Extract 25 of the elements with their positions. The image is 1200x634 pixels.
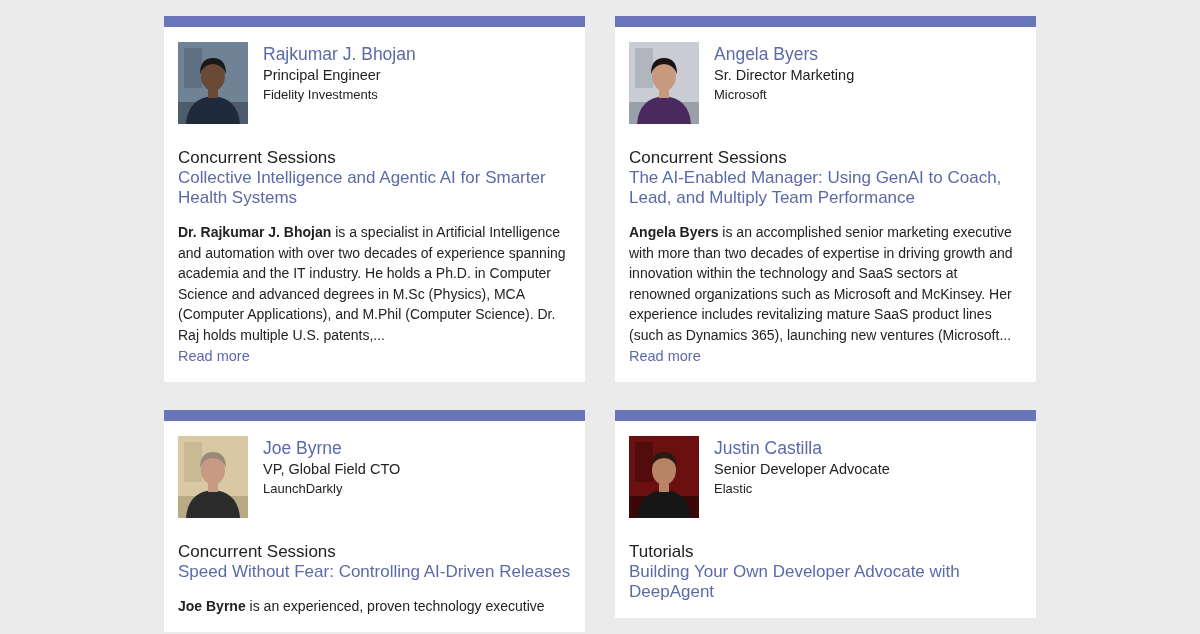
speaker-name-link[interactable]: Rajkumar J. Bhojan: [263, 43, 416, 65]
speaker-company: Fidelity Investments: [263, 86, 378, 104]
session-title-link[interactable]: Speed Without Fear: Controlling AI-Driven Releases: [178, 561, 571, 582]
speaker-bio: Dr. Rajkumar J. Bhojan is a specialist in Artificial Intelligence and automation with over two decades of experience spanning academia and the IT industry. He holds a Ph.D. in Computer Science and advanced degrees in M.Sc (Physics), MCA (Computer Applications), and M.Phil (Computer Science). Dr. Raj holds multiple U.S. patents,...: [178, 223, 567, 345]
session-type: Tutorials: [629, 541, 694, 562]
session-type: Concurrent Sessions: [178, 148, 336, 168]
speaker-name-link[interactable]: Joe Byrne: [263, 436, 342, 459]
session-type: Concurrent Sessions: [629, 148, 787, 168]
speaker-title: Sr. Director Marketing: [714, 66, 855, 85]
session-title-link[interactable]: Collective Intelligence and Agentic AI for Smarter Health Systems: [178, 168, 571, 208]
speaker-title: Senior Developer Advocate: [714, 459, 890, 479]
speaker-name-link[interactable]: Justin Castilla: [714, 436, 822, 459]
speaker-name-link[interactable]: Angela Byers: [714, 43, 819, 65]
session-title-link[interactable]: Building Your Own Developer Advocate with DeepAgent: [629, 561, 1022, 602]
speaker-company: LaunchDarkly: [263, 479, 343, 498]
session-title-link[interactable]: The AI-Enabled Manager: Using GenAI to Coach, Lead, and Multiply Team Performance: [629, 168, 1022, 208]
speaker-company: Microsoft: [714, 86, 767, 104]
speaker-bio: Angela Byers is an accomplished senior marketing executive with more than two decades of expertise in driving growth and innovation within the technology and SaaS sectors at renowned organizations such as Microsoft and McKinsey. Her experience includes revitalizing mature SaaS product lines (such as Dynamics 365), launching new ventures (Microsoft...: [629, 223, 1014, 345]
speaker-title: VP, Global Field CTO: [263, 459, 401, 479]
read-more-link[interactable]: Read more: [178, 345, 250, 366]
speaker-title: Principal Engineer: [263, 66, 381, 85]
speaker-company: Elastic: [714, 479, 753, 498]
session-type: Concurrent Sessions: [178, 541, 336, 562]
speaker-bio: Joe Byrne is an experienced, proven technology executive: [178, 596, 545, 616]
read-more-link[interactable]: Read more: [629, 345, 701, 366]
